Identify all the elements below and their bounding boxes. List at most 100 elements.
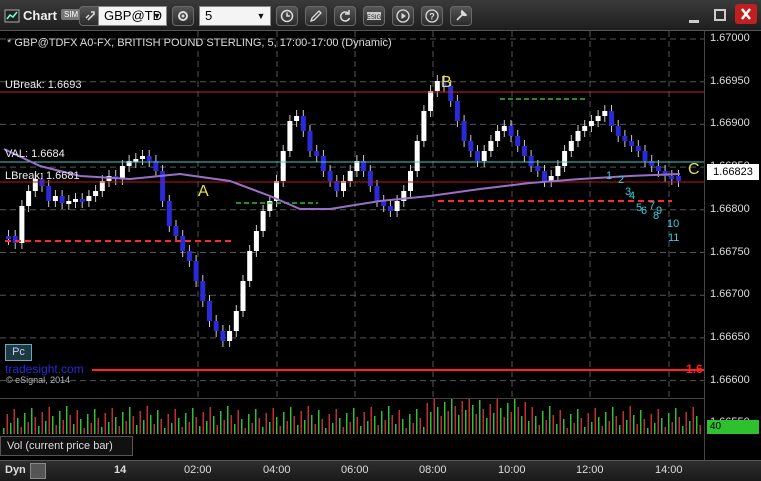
candle-body xyxy=(615,126,621,136)
volume-bar xyxy=(269,422,271,434)
candle-body xyxy=(374,186,380,201)
volume-bar xyxy=(493,413,495,434)
volume-bar xyxy=(699,425,701,434)
interval-input[interactable]: 5 ▼ xyxy=(199,6,271,26)
volume-study-label[interactable]: Vol (current price bar) xyxy=(0,436,133,456)
settings-icon xyxy=(456,9,468,21)
maximize-icon[interactable] xyxy=(711,6,729,24)
time-tick-label: 14 xyxy=(114,464,127,476)
sequence-count-label: 2 xyxy=(618,174,624,186)
volume-bar xyxy=(188,422,190,434)
sequence-count-label: 10 xyxy=(667,218,679,230)
candle-body xyxy=(294,116,300,121)
volume-bar xyxy=(167,414,169,434)
interval-settings-button[interactable] xyxy=(172,6,194,26)
candle-body xyxy=(609,111,614,126)
play-button[interactable] xyxy=(392,6,414,26)
candle-body xyxy=(642,151,648,161)
candle-body xyxy=(93,191,99,196)
price-chart-canvas: 1 23456 7891011 xyxy=(0,31,704,424)
marker-a: A xyxy=(198,183,209,200)
volume-bar xyxy=(146,406,148,434)
volume-bar xyxy=(234,424,236,434)
symbol-input[interactable]: GBP@TD ▼ xyxy=(98,6,167,26)
candle-body xyxy=(495,131,501,141)
candle-body xyxy=(508,126,514,136)
volume-bar xyxy=(332,423,334,434)
esig-button[interactable]: ESIG xyxy=(363,6,385,26)
volume-bar xyxy=(447,411,449,434)
candle-body xyxy=(253,231,259,251)
volume-bar xyxy=(122,412,124,434)
candle-body xyxy=(233,311,239,331)
volume-bar xyxy=(248,414,250,434)
close-icon xyxy=(741,8,751,20)
volume-bar xyxy=(608,421,610,434)
volume-bar xyxy=(360,426,362,434)
price-axis[interactable]: 1.670001.669501.669001.668501.668001.667… xyxy=(704,31,761,460)
pc-button[interactable]: Pc xyxy=(5,344,32,361)
candle-body xyxy=(347,171,353,181)
volume-bar xyxy=(507,403,509,434)
gear-icon xyxy=(178,11,188,21)
volume-bar xyxy=(83,428,85,434)
price-tick-label: 1.66650 xyxy=(710,330,750,343)
volume-bar xyxy=(304,420,306,434)
time-template-button[interactable] xyxy=(276,6,298,26)
volume-bar xyxy=(213,416,215,434)
refresh-button[interactable] xyxy=(334,6,356,26)
chevron-down-icon[interactable]: ▼ xyxy=(150,7,164,25)
tools-button[interactable] xyxy=(450,6,472,26)
volume-bar xyxy=(451,397,453,434)
volume-bar xyxy=(496,399,498,434)
candle-body xyxy=(19,206,25,243)
volume-bar xyxy=(696,416,698,434)
volume-bar xyxy=(55,425,57,434)
candle-body xyxy=(166,201,172,226)
volume-bar xyxy=(468,396,470,434)
volume-bar xyxy=(48,407,50,434)
candle-body xyxy=(542,171,547,181)
candle-body xyxy=(79,199,85,202)
close-button[interactable] xyxy=(735,4,757,24)
lbreak-label: LBreak: 1.6681 xyxy=(5,170,80,182)
volume-bar xyxy=(391,415,393,434)
draw-tools-button[interactable] xyxy=(305,6,327,26)
esig-icon: ESIG xyxy=(367,12,381,21)
chevron-down-icon[interactable]: ▼ xyxy=(254,7,268,25)
volume-bar xyxy=(237,410,239,434)
minimize-icon[interactable] xyxy=(688,11,700,23)
volume-bar xyxy=(549,406,551,434)
volume-bar xyxy=(20,427,22,434)
volume-bar xyxy=(556,424,558,434)
volume-bar xyxy=(66,406,68,434)
candle-body xyxy=(367,171,373,186)
volume-bar xyxy=(59,411,61,434)
volume-bar xyxy=(472,405,474,434)
volume-bar xyxy=(125,421,127,434)
volume-bar xyxy=(514,398,516,434)
candle-body xyxy=(501,126,507,131)
candle-body xyxy=(635,146,641,151)
volume-bar xyxy=(6,414,8,434)
time-tick-label: 10:00 xyxy=(498,464,526,476)
volume-bar xyxy=(227,406,229,434)
volume-bar xyxy=(675,408,677,434)
volume-bar xyxy=(482,409,484,434)
volume-pane[interactable]: Vol (current price bar) xyxy=(0,396,704,460)
volume-bar xyxy=(563,419,565,434)
price-chart[interactable]: 1 2 3 4 5 6 7 8 9 10 11 * GBP@TDFX A0-FX, BRITISH … xyxy=(0,31,704,424)
volume-bar xyxy=(587,413,589,434)
volume-bar xyxy=(615,416,617,434)
volume-bar xyxy=(342,427,344,434)
candle-body xyxy=(280,151,286,181)
candle-body xyxy=(629,141,635,146)
volume-bar xyxy=(633,415,635,434)
help-button[interactable]: ? xyxy=(421,6,443,26)
dyn-toggle-icon[interactable] xyxy=(30,463,46,479)
volume-bar xyxy=(416,409,418,434)
candle-body xyxy=(320,156,326,171)
volume-bar xyxy=(682,426,684,434)
volume-bar xyxy=(580,418,582,434)
candle-body xyxy=(220,331,226,341)
